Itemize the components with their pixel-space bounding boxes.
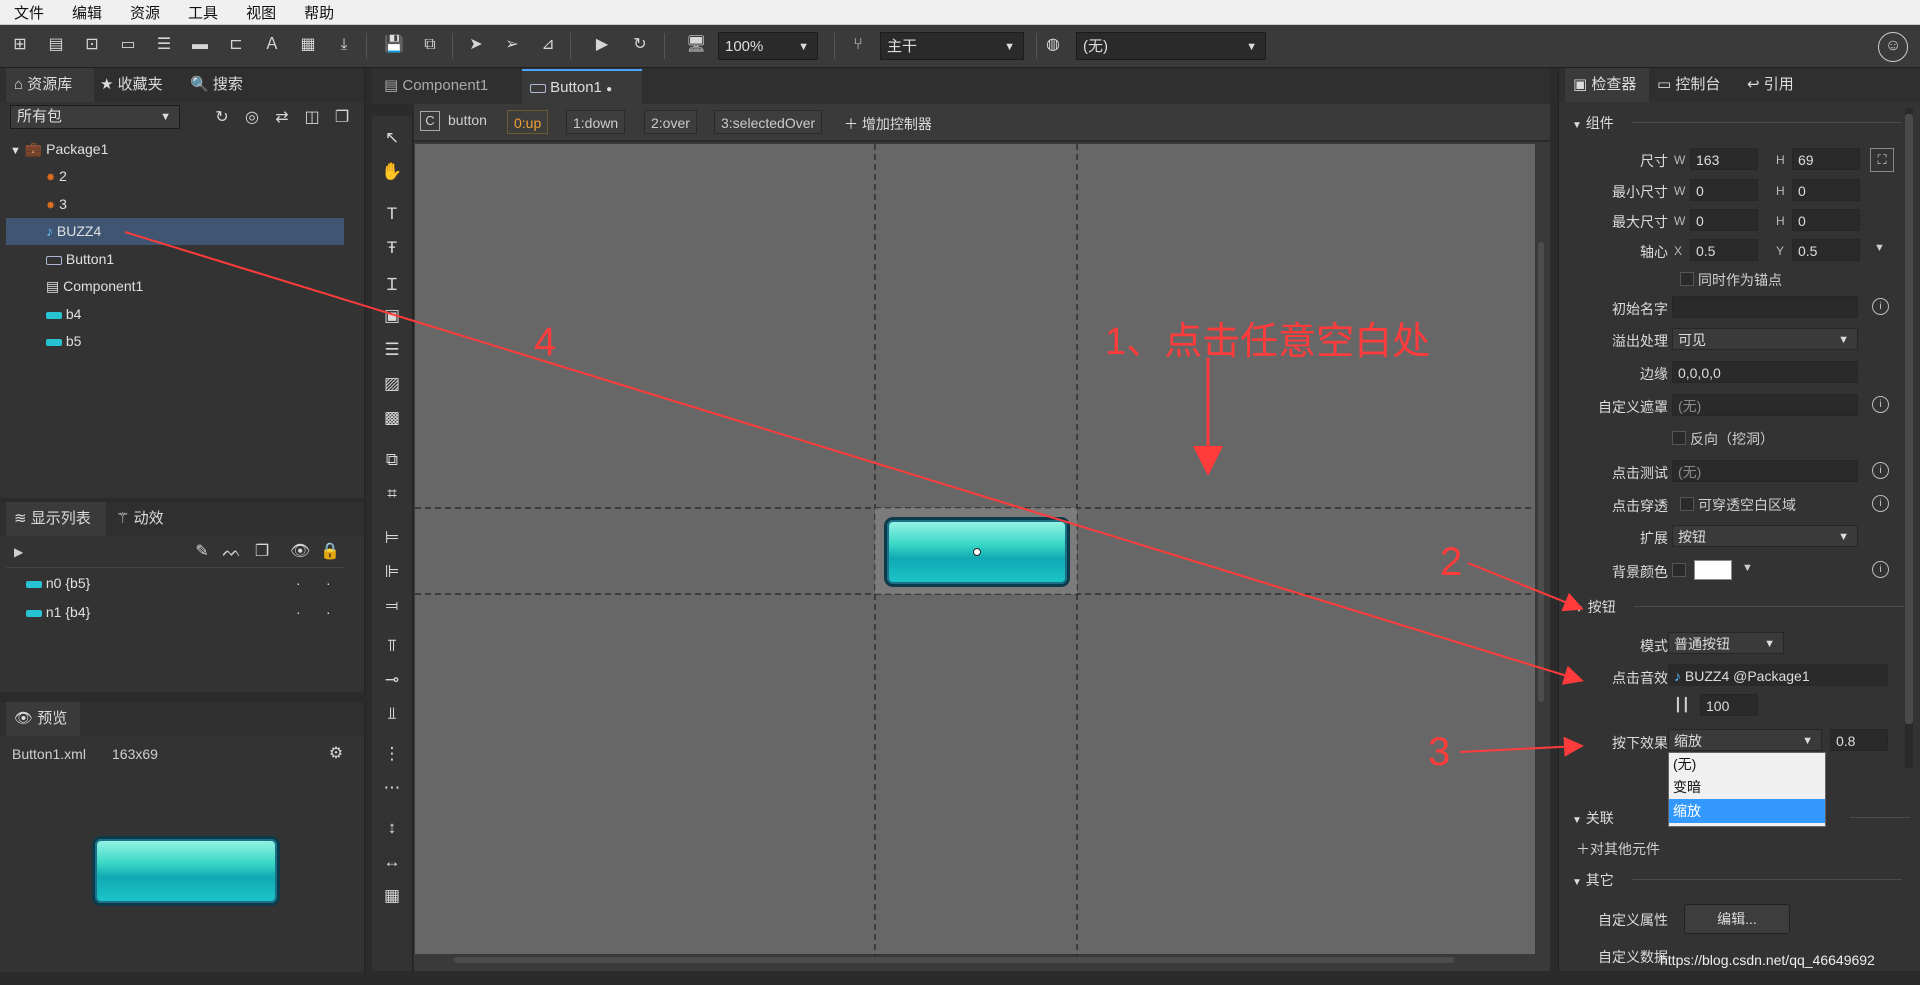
annotation-step3: 3 (1428, 730, 1451, 774)
annotation-step4: 4 (534, 320, 557, 364)
annotation-step1: 1、点击任意空白处 (1105, 321, 1431, 363)
annotation-step2: 2 (1440, 540, 1463, 584)
annotation-arrows (124, 231, 1584, 757)
